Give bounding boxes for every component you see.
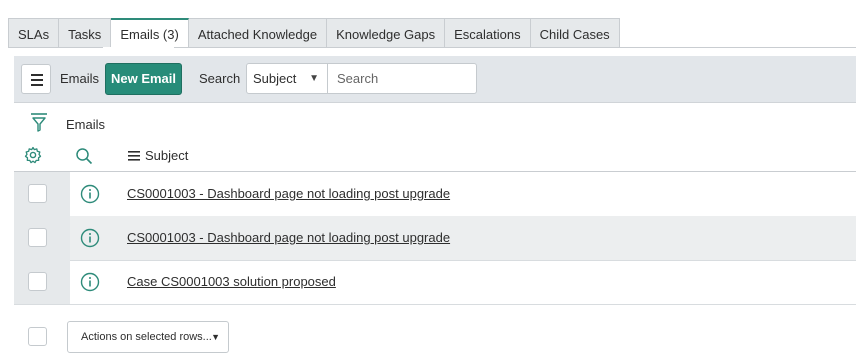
actions-label: Actions on selected rows... <box>81 331 212 343</box>
list-label: Emails <box>60 71 100 86</box>
menu-button[interactable] <box>21 64 51 94</box>
column-header-subject[interactable]: Subject <box>145 148 188 163</box>
table-row[interactable]: CS0001003 - Dashboard page not loading p… <box>14 172 856 217</box>
row-checkbox[interactable] <box>28 228 47 247</box>
tab-bar: SLAs Tasks Emails (3) Attached Knowledge… <box>8 18 620 48</box>
row-subject-link[interactable]: CS0001003 - Dashboard page not loading p… <box>127 186 450 201</box>
info-icon[interactable] <box>80 228 100 248</box>
tab-emails[interactable]: Emails (3) <box>111 18 189 48</box>
active-tab-gap <box>103 47 174 48</box>
row-checkbox[interactable] <box>28 272 47 291</box>
search-icon[interactable] <box>75 147 93 165</box>
list-title: Emails <box>66 117 106 132</box>
tab-tasks[interactable]: Tasks <box>59 18 112 48</box>
list-icon[interactable] <box>128 151 142 161</box>
row-subject-link[interactable]: Case CS0001003 solution proposed <box>127 274 336 289</box>
search-input[interactable]: Search <box>327 63 477 94</box>
chevron-down-icon: ▼ <box>309 73 319 84</box>
table-row[interactable]: Case CS0001003 solution proposed <box>14 260 856 305</box>
table-row[interactable]: CS0001003 - Dashboard page not loading p… <box>14 216 856 261</box>
search-label: Search <box>199 71 241 86</box>
row-select-cell <box>14 260 70 304</box>
filter-icon[interactable] <box>30 112 48 132</box>
select-all-checkbox[interactable] <box>28 327 47 346</box>
tab-attached-knowledge[interactable]: Attached Knowledge <box>188 18 328 48</box>
chevron-down-icon: ▼ <box>211 332 220 342</box>
tab-child-cases[interactable]: Child Cases <box>530 18 620 48</box>
search-field-select[interactable]: Subject ▼ <box>246 63 328 94</box>
info-icon[interactable] <box>80 184 100 204</box>
list-toolbar: Emails New Email Search Subject ▼ Search <box>14 56 856 103</box>
new-email-button[interactable]: New Email <box>105 63 182 95</box>
row-subject-link[interactable]: CS0001003 - Dashboard page not loading p… <box>127 230 450 245</box>
info-icon[interactable] <box>80 272 100 292</box>
row-checkbox[interactable] <box>28 184 47 203</box>
gear-icon[interactable] <box>24 146 42 164</box>
tab-escalations[interactable]: Escalations <box>445 18 531 48</box>
actions-select[interactable]: Actions on selected rows... ▼ <box>67 321 229 353</box>
search-field-value: Subject <box>253 71 297 86</box>
row-select-cell <box>14 172 70 216</box>
tab-slas[interactable]: SLAs <box>8 18 60 48</box>
row-select-cell <box>14 216 70 260</box>
tab-knowledge-gaps[interactable]: Knowledge Gaps <box>327 18 446 48</box>
